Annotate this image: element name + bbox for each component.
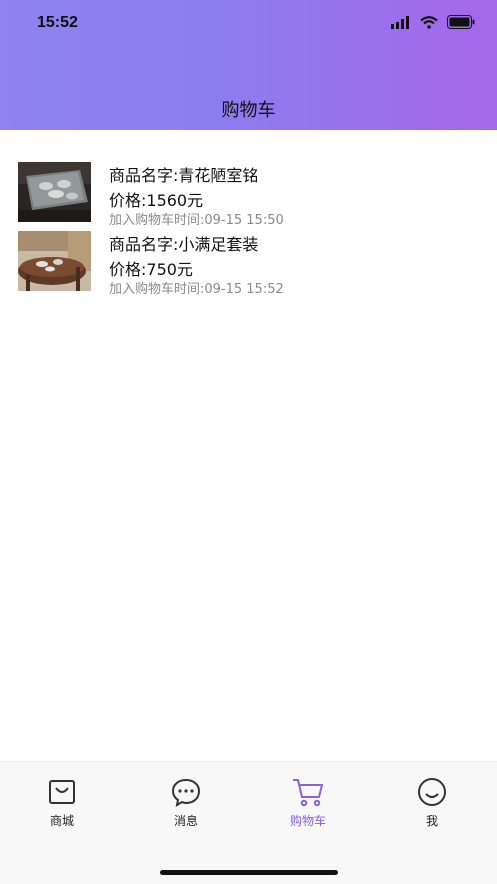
cart-item[interactable]: 商品名字:青花陋室铭 价格:1560元 加入购物车时间:09-15 15:50 — [18, 162, 478, 228]
product-thumbnail — [18, 231, 91, 291]
item-added-time: 加入购物车时间:09-15 15:50 — [109, 213, 284, 228]
tab-shop[interactable]: 商城 — [22, 776, 102, 829]
status-icons — [391, 15, 475, 29]
tab-label: 我 — [425, 814, 438, 828]
smiley-icon — [418, 778, 446, 806]
status-time: 15:52 — [37, 14, 78, 31]
chat-bubble-icon — [171, 778, 201, 808]
tab-cart[interactable]: 购物车 — [268, 776, 348, 829]
header: 15:52 购物车 — [0, 0, 497, 130]
tab-label: 消息 — [173, 814, 198, 828]
item-name: 商品名字:青花陋室铭 — [109, 166, 259, 185]
page-title: 购物车 — [221, 100, 276, 121]
tab-bar: 商城 消息 购物车 我 — [0, 761, 497, 884]
tab-messages[interactable]: 消息 — [146, 776, 226, 829]
shopping-bag-icon — [49, 780, 75, 804]
item-price: 价格:750元 — [109, 260, 193, 279]
tab-me[interactable]: 我 — [392, 776, 472, 829]
item-name: 商品名字:小满足套装 — [109, 235, 259, 254]
product-thumbnail — [18, 162, 91, 222]
tab-label: 商城 — [49, 814, 74, 828]
home-indicator[interactable] — [160, 870, 338, 875]
cart-item[interactable]: 商品名字:小满足套装 价格:750元 加入购物车时间:09-15 15:52 — [18, 231, 478, 297]
item-added-time: 加入购物车时间:09-15 15:52 — [109, 282, 284, 297]
signal-icon — [391, 15, 409, 29]
item-price: 价格:1560元 — [109, 191, 204, 210]
cart-icon — [293, 779, 323, 807]
wifi-icon — [420, 15, 438, 29]
tab-label: 购物车 — [289, 814, 326, 828]
battery-icon — [447, 15, 475, 29]
